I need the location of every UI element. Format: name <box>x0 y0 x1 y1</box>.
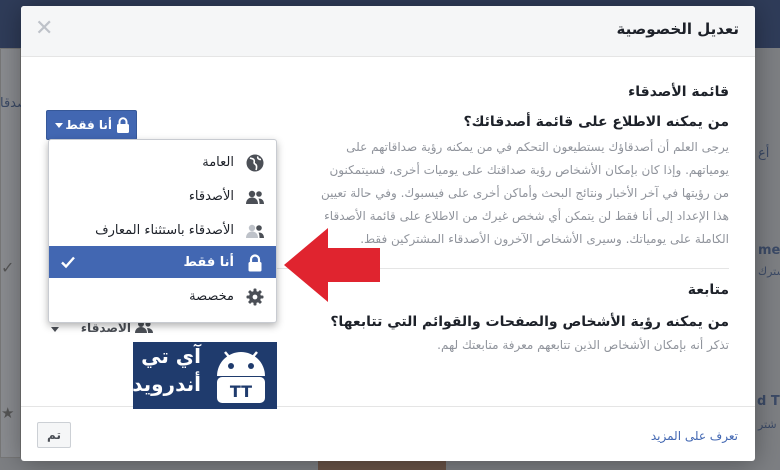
friends-list-description: يرجى العلم أن أصدقاؤك يستطيعون التحكم في… <box>321 136 729 251</box>
description-line: الكاملة على يومياتك. وسيرى الأشخاص الآخر… <box>360 232 729 246</box>
menu-item-custom[interactable]: مخصصة <box>49 280 276 314</box>
menu-item-label: الأصدقاء باستثناء المعارف <box>95 223 234 238</box>
audience-selector-label: أنا فقط <box>65 118 112 132</box>
lock-icon <box>117 117 129 133</box>
dialog-header: تعديل الخصوصية ✕ <box>21 6 755 57</box>
done-button[interactable]: تم <box>37 422 71 448</box>
background-check-mark: ✓ <box>1 258 15 277</box>
description-line: هذا الإعداد إلى أنا فقط لن يتمكن أي شخص … <box>324 209 729 223</box>
chevron-down-icon <box>51 327 59 332</box>
watermark-logo: TT آي تي أندرويد <box>132 342 277 409</box>
dialog-footer: تعرف على المزيد تم <box>21 406 755 461</box>
red-arrow-annotation <box>284 228 380 302</box>
description-line: من رؤيتها في آخر الأخبار ونتائج البحث وأ… <box>320 186 729 200</box>
logo-badge-text: TT <box>230 382 252 401</box>
menu-item-label: مخصصة <box>189 289 234 304</box>
background-right-fragment-5: شتر <box>758 418 777 431</box>
followers-description: تذكر أنه بإمكان الأشخاص الذين تتابعهم مع… <box>437 338 729 352</box>
friends-icon <box>246 190 264 204</box>
background-right-fragment-3: مشترك <box>758 265 780 278</box>
background-right-fragment-2: me <box>758 243 780 258</box>
android-robot-icon: TT <box>217 351 265 403</box>
background-right-fragment-1: أع <box>758 146 770 161</box>
description-line: يرجى العلم أن أصدقاؤك يستطيعون التحكم في… <box>346 140 729 154</box>
followers-selector-label: الأصدقاء <box>80 321 131 335</box>
checkmark-icon <box>61 256 75 269</box>
followers-question: من يمكنه رؤية الأشخاص والصفحات والقوائم … <box>330 314 729 330</box>
learn-more-link[interactable]: تعرف على المزيد <box>651 429 738 443</box>
logo-text-line2: أندرويد <box>132 372 201 396</box>
close-icon[interactable]: ✕ <box>35 18 53 40</box>
friends-list-section-title: قائمة الأصدقاء <box>628 84 729 100</box>
background-right-fragment-4: d T <box>757 394 780 409</box>
friends-list-question: من يمكنه الاطلاع على قائمة أصدقائك؟ <box>463 114 729 130</box>
menu-item-friends[interactable]: الأصدقاء <box>49 180 276 214</box>
description-line: يومياتهم. وإذا كان بإمكان الأشخاص رؤية ص… <box>329 163 729 177</box>
dialog-title: تعديل الخصوصية <box>616 20 740 38</box>
menu-item-label: العامة <box>202 155 234 170</box>
audience-menu: العامة الأصدقاء الأصدقاء باستثناء المعار… <box>48 139 277 323</box>
menu-item-only-me[interactable]: أنا فقط <box>49 246 276 278</box>
background-star-icon: ★ <box>1 404 15 422</box>
menu-item-friends-except[interactable]: الأصدقاء باستثناء المعارف <box>49 214 276 248</box>
menu-item-public[interactable]: العامة <box>49 146 276 180</box>
globe-icon <box>246 154 264 172</box>
logo-text-line1: آي تي <box>141 344 201 368</box>
menu-item-label: أنا فقط <box>183 255 234 270</box>
followers-section-title: متابعة <box>687 282 729 298</box>
chevron-down-icon <box>55 123 63 128</box>
menu-item-label: الأصدقاء <box>188 189 234 204</box>
friends-list-audience-selector[interactable]: أنا فقط <box>46 110 137 140</box>
